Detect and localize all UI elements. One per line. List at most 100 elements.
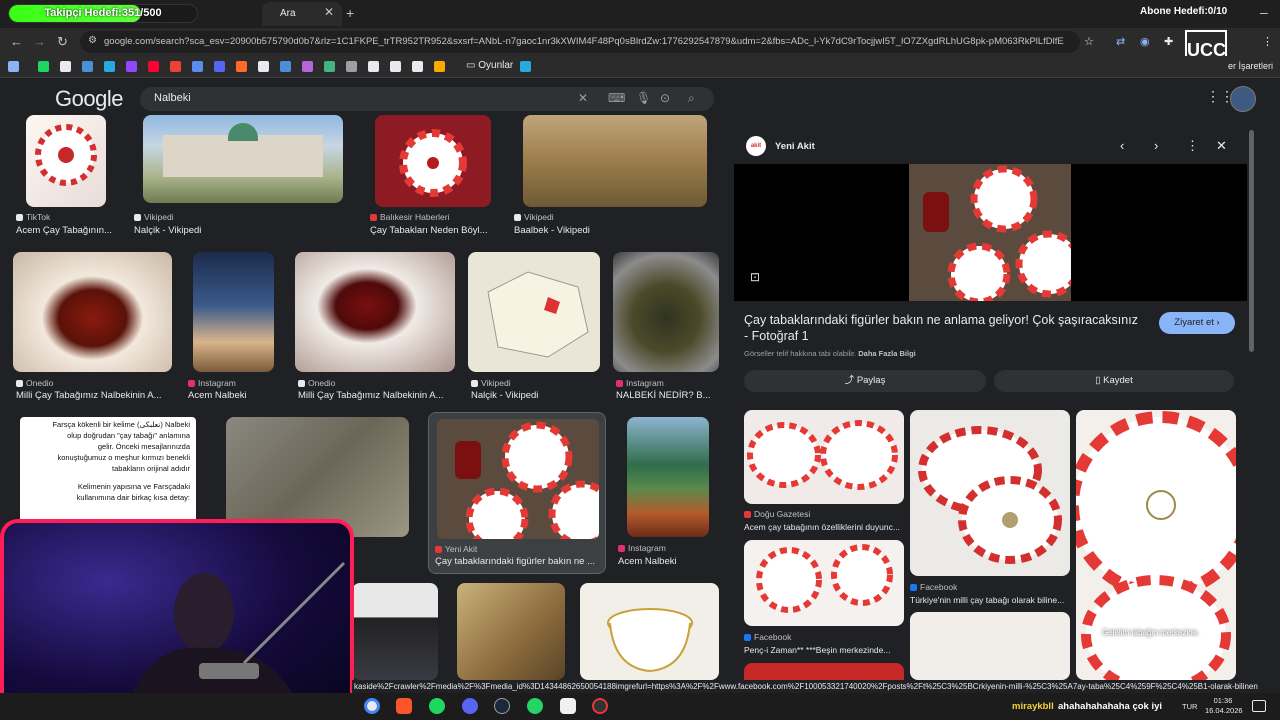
bookmark-icon[interactable] [324, 61, 335, 72]
result-image[interactable] [295, 252, 455, 372]
system-clock[interactable]: 01:36 16.04.2026 [1205, 696, 1243, 716]
address-bar[interactable]: ⚙ google.com/search?sca_esv=20900b575790… [80, 31, 1080, 53]
chrome-icon[interactable] [364, 698, 380, 714]
related-title[interactable]: Türkiye'nin milli çay tabağı olarak bili… [910, 595, 1072, 605]
result-title[interactable]: NALBEKİ NEDİR? B... [616, 390, 716, 401]
result-title[interactable]: Milli Çay Tabağımız Nalbekinin A... [298, 390, 448, 401]
bookmark-icon[interactable] [346, 61, 357, 72]
related-image[interactable] [744, 410, 904, 504]
result-text-card[interactable]: Farsça kökenli bir kelime (نعلبکی) Nalbe… [20, 417, 196, 527]
notification-icon[interactable] [1252, 700, 1266, 712]
window-minimize-icon[interactable]: – [1260, 4, 1268, 20]
share-button[interactable]: ⤴ Paylaş [744, 370, 986, 392]
result-title[interactable]: Nalçik - Vikipedi [471, 390, 596, 401]
back-arrow-icon[interactable]: ← [10, 34, 23, 49]
search-icon[interactable]: ⌕ [688, 91, 695, 106]
forward-arrow-icon[interactable]: → [33, 34, 46, 49]
result-title[interactable]: Çay tabaklarındaki figürler bakın ne ... [435, 556, 601, 567]
result-image[interactable] [627, 417, 709, 537]
more-options-icon[interactable]: ⋮ [1186, 138, 1199, 154]
file-icon[interactable] [560, 698, 576, 714]
bookmark-icon[interactable] [236, 61, 247, 72]
result-title[interactable]: Acem Nalbeki [188, 390, 278, 401]
panel-source-name[interactable]: Yeni Akit [775, 141, 815, 152]
result-image[interactable] [193, 252, 274, 372]
gmail-icon[interactable] [170, 61, 181, 72]
youtube-icon[interactable] [148, 61, 159, 72]
bookmark-star-icon[interactable]: ☆ [1084, 35, 1094, 48]
save-button[interactable]: ▯ Kaydet [994, 370, 1234, 392]
twitch-icon[interactable] [126, 61, 137, 72]
brave-icon[interactable] [396, 698, 412, 714]
close-icon[interactable]: ✕ [1216, 138, 1227, 154]
result-selected-card[interactable]: Yeni Akit Çay tabaklarındaki figürler ba… [428, 412, 606, 574]
x-logo-icon[interactable] [60, 61, 71, 72]
reload-icon[interactable]: ↻ [57, 34, 68, 50]
tab-close-icon[interactable]: ✕ [324, 5, 334, 19]
result-image[interactable] [468, 252, 600, 372]
spotify-icon[interactable] [429, 698, 445, 714]
bluesky-icon[interactable] [82, 61, 93, 72]
result-image[interactable] [437, 419, 599, 539]
related-image[interactable] [910, 410, 1070, 576]
account-avatar[interactable] [1230, 86, 1256, 112]
telegram-icon[interactable] [104, 61, 115, 72]
result-image[interactable] [352, 583, 438, 680]
preview-image[interactable] [909, 164, 1083, 306]
result-title[interactable]: Nalçik - Vikipedi [134, 225, 324, 236]
bookmark-icon[interactable] [258, 61, 269, 72]
panel-scrollbar[interactable] [1249, 130, 1254, 352]
bookmark-icon[interactable] [368, 61, 379, 72]
menu-dots-icon[interactable]: ⋮ [1262, 35, 1273, 48]
result-image[interactable] [457, 583, 565, 680]
result-image[interactable] [143, 115, 343, 203]
lens-icon[interactable]: ⊙ [660, 91, 670, 105]
related-image[interactable] [744, 540, 904, 626]
bookmark-icon[interactable] [412, 61, 423, 72]
result-image[interactable] [523, 115, 707, 207]
related-image[interactable]: Gelelim tabağın merkezine. [1076, 410, 1236, 680]
bookmark-icon[interactable] [390, 61, 401, 72]
related-image[interactable] [744, 663, 904, 680]
result-image[interactable] [580, 583, 719, 680]
bookmark-icon[interactable] [520, 61, 531, 72]
bookmark-folder-oyunlar[interactable]: ▭ Oyunlar [466, 60, 513, 71]
preview-title[interactable]: Çay tabaklarındaki figürler bakın ne anl… [744, 312, 1144, 344]
clear-icon[interactable]: ✕ [578, 91, 588, 105]
input-language[interactable]: TUR [1182, 702, 1197, 711]
keyboard-icon[interactable]: ⌨ [608, 91, 625, 105]
translate-icon[interactable]: ⇄ [1116, 35, 1125, 48]
previous-chevron-icon[interactable]: ‹ [1120, 138, 1124, 153]
microphone-icon[interactable]: 🎙 [636, 91, 651, 105]
result-image[interactable] [375, 115, 491, 207]
related-title[interactable]: Penç-i Zaman** ***Beşin merkezinde... [744, 645, 906, 655]
lens-search-icon[interactable]: ⊡ [750, 270, 760, 284]
obs-icon[interactable] [592, 698, 608, 714]
result-title[interactable]: Acem Nalbeki [618, 556, 718, 567]
result-image[interactable] [13, 252, 172, 372]
site-info-icon[interactable]: ⚙ [88, 35, 97, 46]
apps-grid-icon[interactable] [8, 61, 19, 72]
bookmark-icon[interactable] [302, 61, 313, 72]
related-title[interactable]: Acem çay tabağının özelliklerini duyunc.… [744, 522, 906, 532]
result-title[interactable]: Milli Çay Tabağımız Nalbekinin A... [16, 390, 166, 401]
new-tab-plus-icon[interactable]: + [346, 5, 354, 21]
discord-icon[interactable] [214, 61, 225, 72]
bookmark-icon[interactable] [192, 61, 203, 72]
next-chevron-icon[interactable]: › [1154, 138, 1158, 153]
result-image[interactable] [613, 252, 719, 372]
bookmark-icon[interactable] [434, 61, 445, 72]
google-logo[interactable]: Google [55, 86, 123, 112]
bookmark-icon[interactable] [38, 61, 49, 72]
more-info-link[interactable]: Daha Fazla Bilgi [858, 349, 916, 358]
result-title[interactable]: Acem Çay Tabağının... [16, 225, 116, 236]
related-image[interactable] [910, 612, 1070, 680]
tab-search[interactable]: Ara ✕ [262, 2, 342, 26]
other-bookmarks[interactable]: er İşaretleri [1228, 61, 1273, 71]
extension-audio-icon[interactable]: ◉ [1140, 35, 1150, 48]
bookmark-icon[interactable] [280, 61, 291, 72]
steam-icon[interactable] [494, 698, 510, 714]
visit-button[interactable]: Ziyaret et › [1159, 312, 1235, 334]
extensions-puzzle-icon[interactable]: ✚ [1164, 35, 1173, 48]
whatsapp-icon[interactable] [527, 698, 543, 714]
